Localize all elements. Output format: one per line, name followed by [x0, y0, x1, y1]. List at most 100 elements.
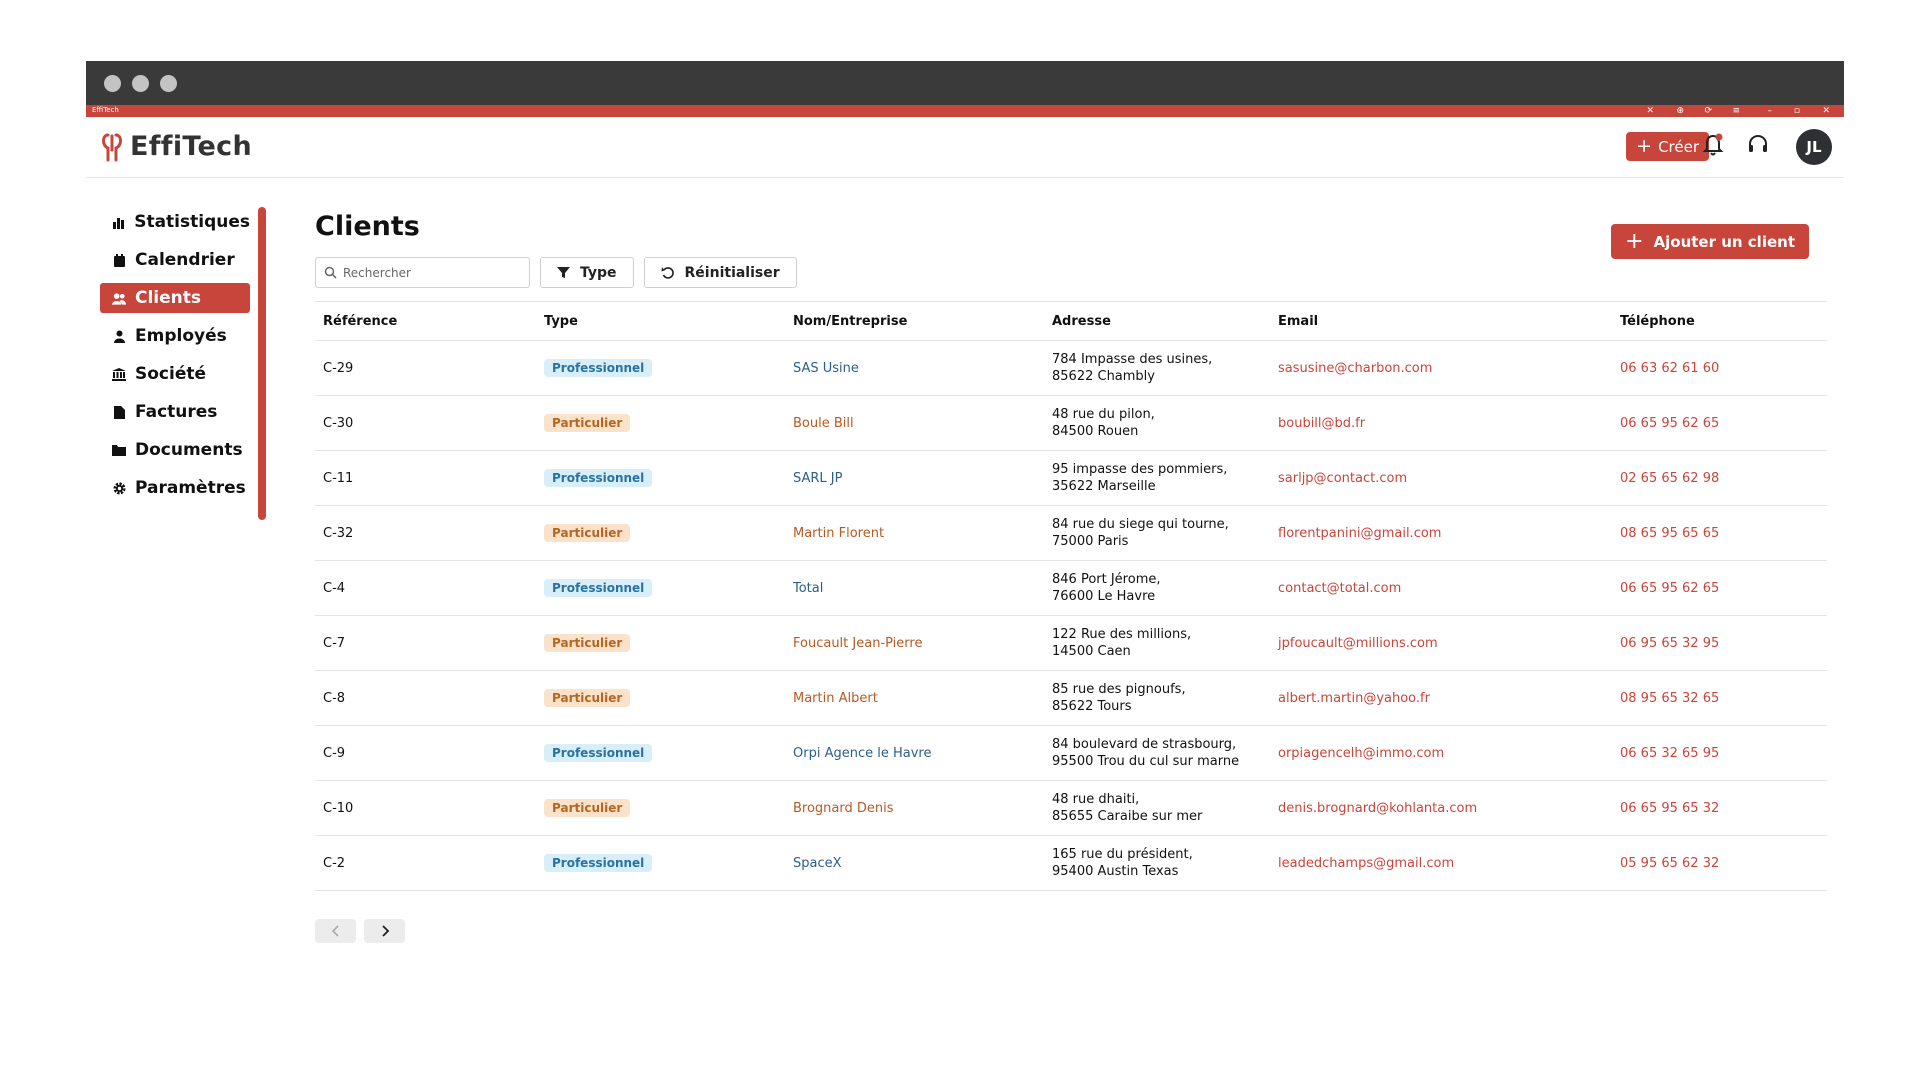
cell-name: SARL JP: [785, 450, 1044, 506]
cell-type: Particulier: [536, 780, 785, 836]
phone-link[interactable]: 06 65 32 65 95: [1620, 746, 1719, 761]
search-box[interactable]: Rechercher: [315, 257, 530, 288]
email-link[interactable]: leadedchamps@gmail.com: [1278, 856, 1454, 871]
menu-icon[interactable]: ≡: [1732, 105, 1740, 117]
cell-email: florentpanini@gmail.com: [1270, 505, 1612, 561]
translate-icon[interactable]: ✕: [1646, 105, 1654, 117]
window-maximize-dot[interactable]: [160, 75, 177, 92]
sidebar-item-statistiques[interactable]: Statistiques: [100, 207, 250, 237]
page-title: Clients: [315, 211, 420, 242]
table-row[interactable]: C-32 Particulier Martin Florent 84 rue du s…: [315, 505, 1827, 561]
email-link[interactable]: sasusine@charbon.com: [1278, 361, 1432, 376]
sidebar-item-societe[interactable]: Société: [100, 359, 250, 389]
type-filter-button[interactable]: Type: [540, 257, 634, 288]
support-headset-icon[interactable]: [1746, 133, 1770, 161]
client-name-link[interactable]: Martin Florent: [793, 526, 884, 541]
sidebar-item-employes[interactable]: Employés: [100, 321, 250, 351]
next-page-button[interactable]: [364, 919, 405, 943]
client-name-link[interactable]: Boule Bill: [793, 416, 854, 431]
email-link[interactable]: florentpanini@gmail.com: [1278, 526, 1441, 541]
plus-icon: +: [1625, 228, 1644, 254]
email-link[interactable]: jpfoucault@millions.com: [1278, 636, 1438, 651]
column-header-type[interactable]: Type: [536, 301, 785, 341]
column-header-phone[interactable]: Téléphone: [1612, 301, 1827, 341]
brand-logo[interactable]: EffiTech: [100, 131, 252, 162]
column-header-address[interactable]: Adresse: [1044, 301, 1270, 341]
address-line-2: 95500 Trou du cul sur marne: [1052, 754, 1240, 769]
table-row[interactable]: C-8 Particulier Martin Albert 85 rue des pi…: [315, 670, 1827, 726]
type-badge: Particulier: [544, 689, 631, 707]
phone-link[interactable]: 02 65 65 62 98: [1620, 471, 1719, 486]
phone-link[interactable]: 08 95 65 32 65: [1620, 691, 1719, 706]
address-line-2: 76600 Le Havre: [1052, 589, 1156, 604]
client-name-link[interactable]: Total: [793, 581, 823, 596]
cell-name: SpaceX: [785, 835, 1044, 891]
email-link[interactable]: orpiagencelh@immo.com: [1278, 746, 1444, 761]
client-name-link[interactable]: Martin Albert: [793, 691, 878, 706]
client-name-link[interactable]: SpaceX: [793, 856, 842, 871]
window-minimize-dot[interactable]: [132, 75, 149, 92]
table-row[interactable]: C-7 Particulier Foucault Jean-Pierre 122 Ru…: [315, 615, 1827, 671]
bank-icon: [112, 367, 126, 381]
search-icon: [324, 266, 337, 279]
table-row[interactable]: C-10 Particulier Brognard Denis 48 rue dhai…: [315, 780, 1827, 836]
close-icon[interactable]: ✕: [1822, 105, 1830, 117]
table-row[interactable]: C-4 Professionnel Total 846 Port Jérome, 766…: [315, 560, 1827, 616]
table-row[interactable]: C-11 Professionnel SARL JP 95 impasse des p…: [315, 450, 1827, 506]
email-link[interactable]: sarljp@contact.com: [1278, 471, 1407, 486]
sidebar-item-label: Société: [135, 364, 207, 384]
user-avatar[interactable]: JL: [1796, 129, 1832, 165]
window-close-dot[interactable]: [104, 75, 121, 92]
sidebar-item-calendrier[interactable]: Calendrier: [100, 245, 250, 275]
column-header-name[interactable]: Nom/Entreprise: [785, 301, 1044, 341]
create-button[interactable]: + Créer: [1626, 132, 1709, 161]
phone-link[interactable]: 06 95 65 32 95: [1620, 636, 1719, 651]
phone-link[interactable]: 08 65 95 65 65: [1620, 526, 1719, 541]
email-link[interactable]: denis.brognard@kohlanta.com: [1278, 801, 1477, 816]
address-line-2: 85622 Chambly: [1052, 369, 1155, 384]
table-row[interactable]: C-29 Professionnel SAS Usine 784 Impasse de…: [315, 340, 1827, 396]
email-link[interactable]: albert.martin@yahoo.fr: [1278, 691, 1430, 706]
sidebar-accent-bar: [258, 207, 266, 520]
phone-link[interactable]: 06 65 95 65 32: [1620, 801, 1719, 816]
reset-button[interactable]: Réinitialiser: [643, 257, 797, 288]
phone-link[interactable]: 05 95 65 62 32: [1620, 856, 1719, 871]
cell-reference: C-11: [315, 450, 536, 506]
client-name-link[interactable]: Foucault Jean-Pierre: [793, 636, 922, 651]
phone-link[interactable]: 06 65 95 62 65: [1620, 581, 1719, 596]
client-name-link[interactable]: Brognard Denis: [793, 801, 894, 816]
sidebar-item-documents[interactable]: Documents: [100, 435, 250, 465]
zoom-icon[interactable]: ⊕: [1676, 105, 1684, 117]
notifications-bell-icon[interactable]: [1702, 133, 1724, 161]
client-name-link[interactable]: Orpi Agence le Havre: [793, 746, 931, 761]
sidebar-item-clients[interactable]: Clients: [100, 283, 250, 313]
table-row[interactable]: C-9 Professionnel Orpi Agence le Havre 84 b…: [315, 725, 1827, 781]
sidebar-item-label: Employés: [135, 326, 227, 346]
sidebar-item-factures[interactable]: Factures: [100, 397, 250, 427]
column-header-reference[interactable]: Référence: [315, 301, 536, 341]
extensions-icon[interactable]: ⟳: [1704, 105, 1712, 117]
restore-icon[interactable]: ▫: [1794, 105, 1800, 117]
brand-name: EffiTech: [130, 131, 252, 162]
app-window: EffiTech ✕ ⊕ ⟳ ≡ – ▫ ✕ EffiTech + Créer: [86, 61, 1844, 1000]
sidebar-item-parametres[interactable]: Paramètres: [100, 473, 250, 503]
email-link[interactable]: contact@total.com: [1278, 581, 1401, 596]
client-name-link[interactable]: SARL JP: [793, 471, 842, 486]
add-client-button[interactable]: + Ajouter un client: [1611, 224, 1809, 259]
previous-page-button[interactable]: [315, 919, 356, 943]
table-row[interactable]: C-30 Particulier Boule Bill 48 rue du pilon…: [315, 395, 1827, 451]
table-row[interactable]: C-2 Professionnel SpaceX 165 rue du préside…: [315, 835, 1827, 891]
email-link[interactable]: boubill@bd.fr: [1278, 416, 1365, 431]
address-line-1: 84 rue du siege qui tourne,: [1052, 517, 1229, 532]
phone-link[interactable]: 06 63 62 61 60: [1620, 361, 1719, 376]
column-header-email[interactable]: Email: [1270, 301, 1612, 341]
phone-link[interactable]: 06 65 95 62 65: [1620, 416, 1719, 431]
cell-address: 784 Impasse des usines, 85622 Chambly: [1044, 340, 1270, 396]
reference-text: C-32: [323, 525, 354, 541]
address-line-2: 85655 Caraibe sur mer: [1052, 809, 1203, 824]
minimize-icon[interactable]: –: [1768, 105, 1773, 117]
cell-email: sasusine@charbon.com: [1270, 340, 1612, 396]
search-input[interactable]: Rechercher: [343, 266, 411, 280]
cell-phone: 08 65 95 65 65: [1612, 505, 1827, 561]
client-name-link[interactable]: SAS Usine: [793, 361, 859, 376]
